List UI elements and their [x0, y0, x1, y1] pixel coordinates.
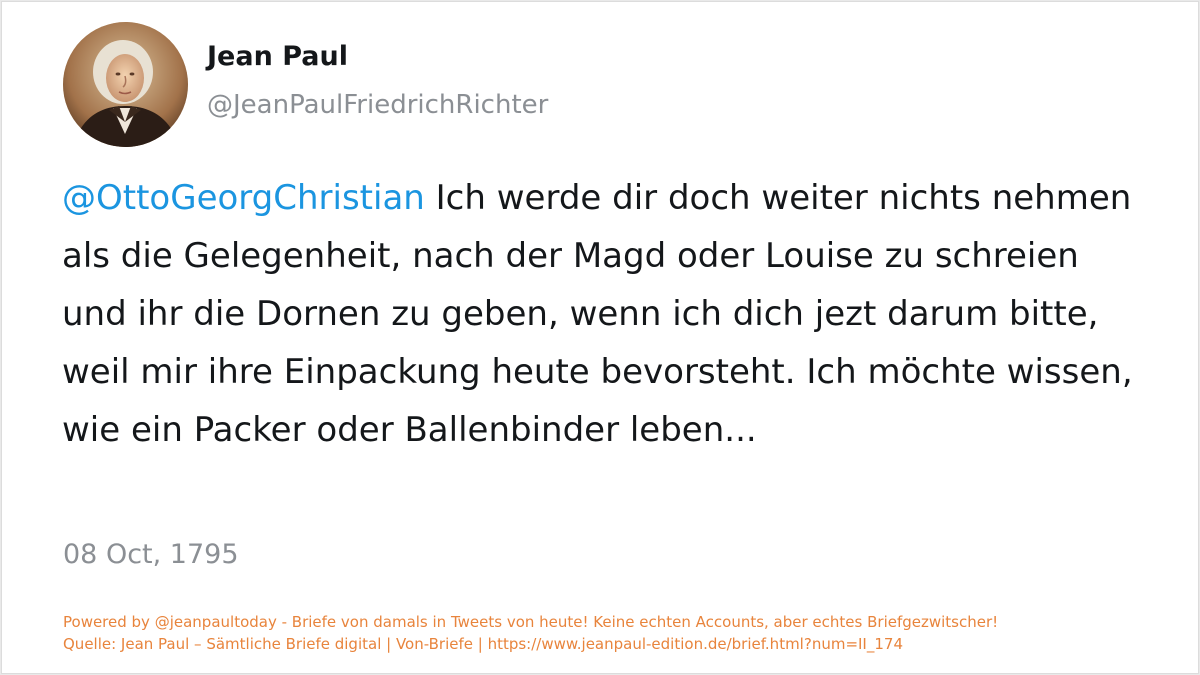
- source-text: Quelle: Jean Paul – Sämtliche Briefe dig…: [63, 635, 903, 653]
- footer-credits: Powered by @jeanpaultoday - Briefe von d…: [63, 611, 998, 655]
- tweet-card: Jean Paul @JeanPaulFriedrichRichter @Ott…: [1, 1, 1199, 674]
- mention-link[interactable]: @OttoGeorgChristian: [62, 178, 425, 218]
- user-handle[interactable]: @JeanPaulFriedrichRichter: [207, 90, 548, 120]
- powered-by-text: Powered by @jeanpaultoday - Briefe von d…: [63, 613, 999, 631]
- display-name[interactable]: Jean Paul: [207, 41, 348, 72]
- tweet-date: 08 Oct, 1795: [63, 539, 239, 570]
- tweet-text: @OttoGeorgChristian Ich werde dir doch w…: [62, 169, 1152, 459]
- portrait-avatar-icon[interactable]: [63, 22, 188, 147]
- tweet-message: Ich werde dir doch weiter nichts nehmen …: [62, 178, 1133, 450]
